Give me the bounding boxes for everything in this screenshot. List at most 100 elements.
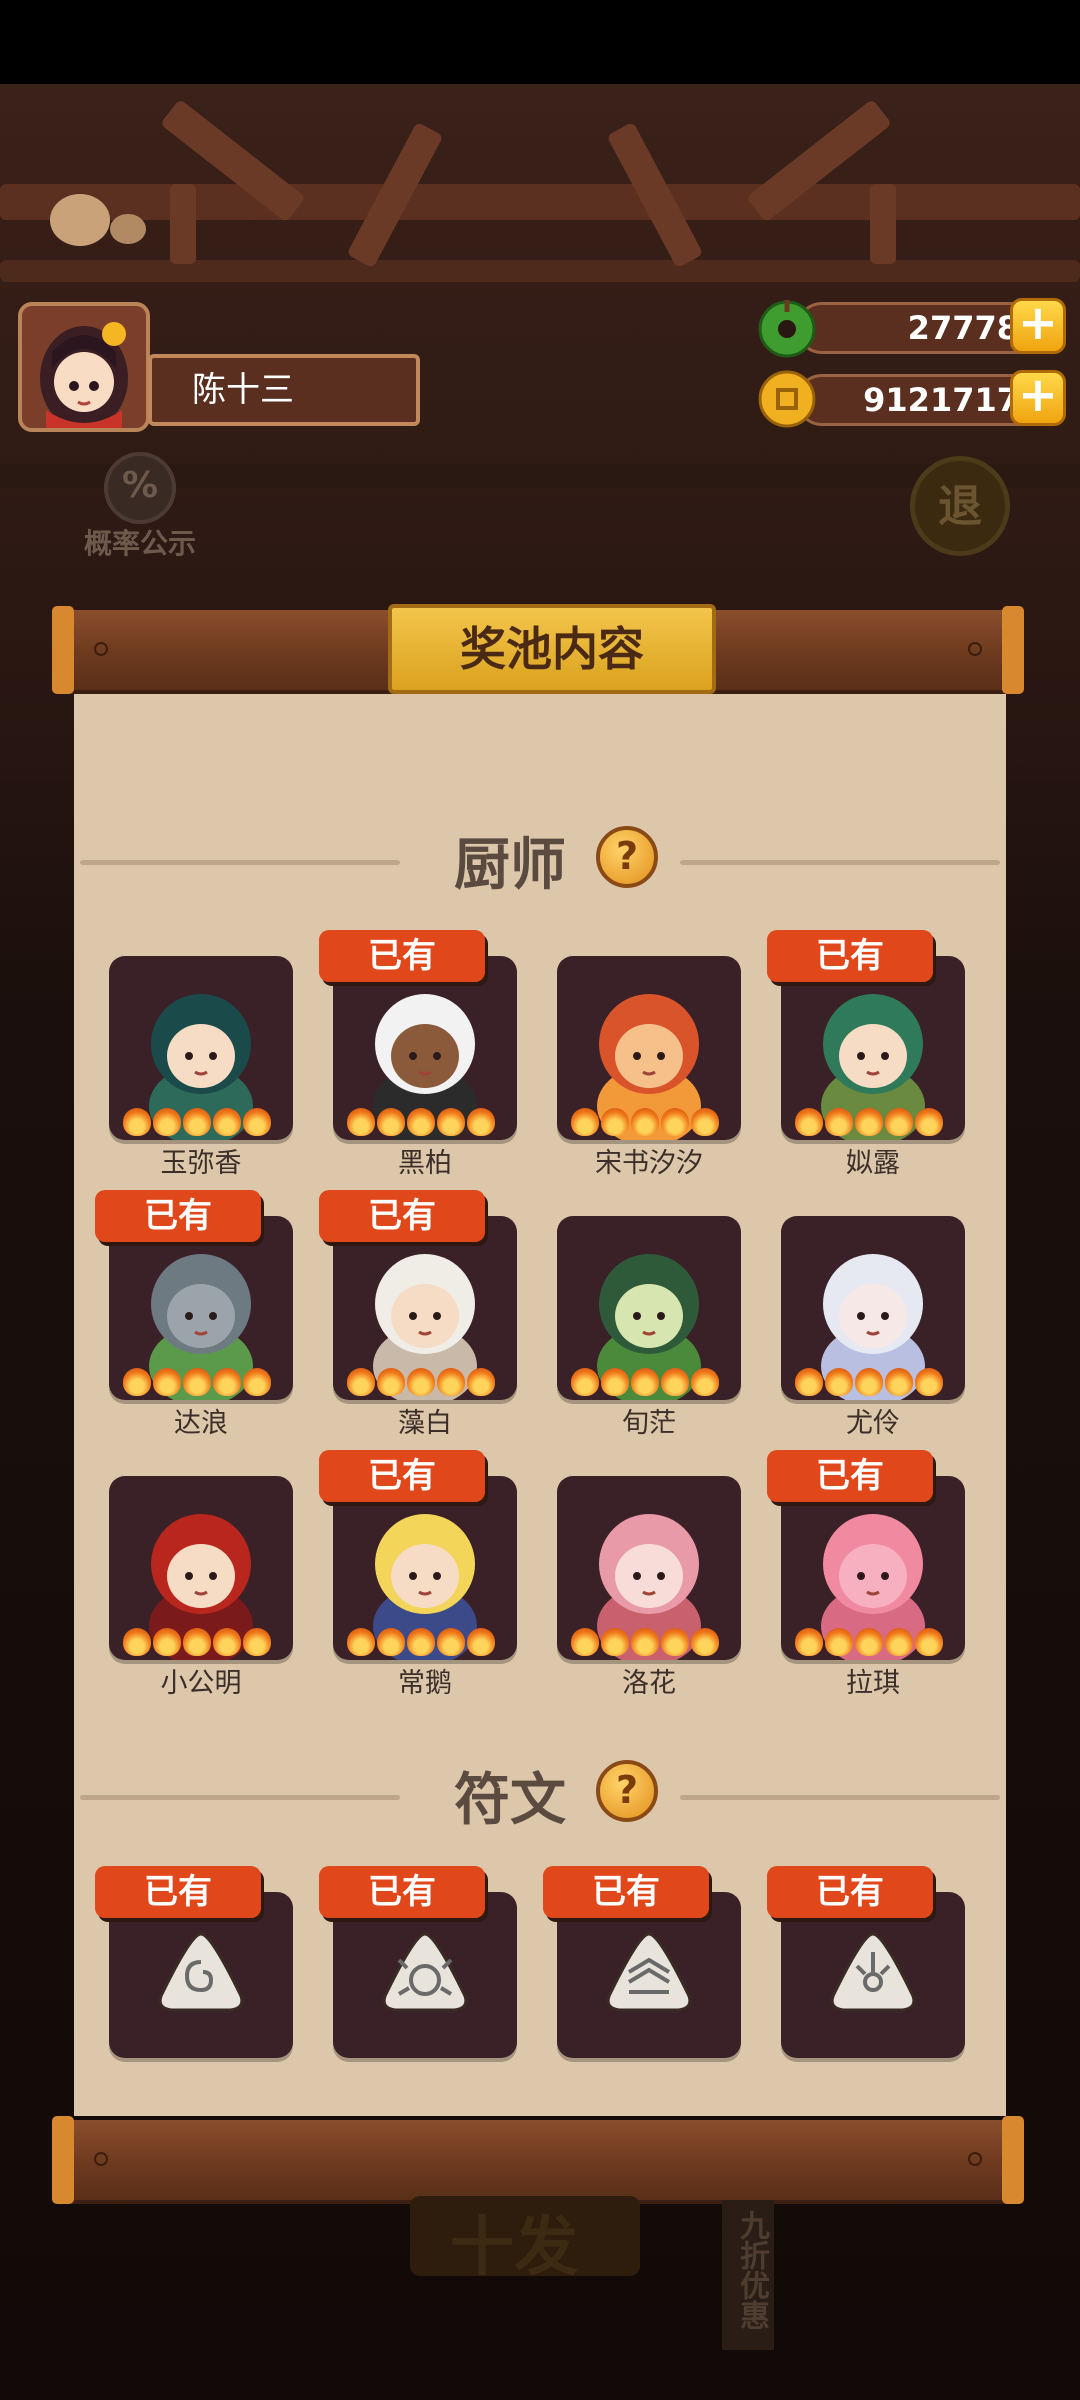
owned-badge: 已有 — [767, 930, 933, 982]
roof-beam — [0, 260, 1080, 282]
avatar-portrait-icon — [22, 306, 146, 428]
chef-card[interactable] — [109, 1476, 293, 1660]
chef-name: 藻白 — [398, 1408, 452, 1439]
flame-icon — [885, 1368, 913, 1396]
chef-card[interactable] — [333, 1476, 517, 1660]
flame-icon — [571, 1628, 599, 1656]
chef-help-button[interactable]: ? — [596, 826, 658, 888]
crab-rune-icon — [382, 1932, 468, 2012]
player-avatar[interactable] — [18, 302, 150, 432]
star-rating — [571, 1108, 719, 1136]
chef-name: 宋书汐汐 — [595, 1148, 703, 1179]
flame-icon — [347, 1628, 375, 1656]
flame-icon — [407, 1108, 435, 1136]
flame-icon — [153, 1368, 181, 1396]
roof-beam — [0, 184, 1080, 220]
rune-help-button[interactable]: ? — [596, 1760, 658, 1822]
star-rating — [347, 1108, 495, 1136]
flame-icon — [123, 1108, 151, 1136]
flame-icon — [243, 1368, 271, 1396]
flame-icon — [855, 1368, 883, 1396]
star-rating — [571, 1628, 719, 1656]
probability-icon[interactable]: % — [104, 452, 176, 524]
flame-icon — [691, 1628, 719, 1656]
flame-icon — [377, 1628, 405, 1656]
owned-badge: 已有 — [319, 930, 485, 982]
divider — [680, 860, 1000, 865]
flame-icon — [437, 1628, 465, 1656]
wave-rune-icon — [606, 1932, 692, 2012]
chef-card[interactable] — [333, 1216, 517, 1400]
flame-icon — [347, 1368, 375, 1396]
rune-section-title: 符文 — [454, 1768, 566, 1833]
star-rating — [571, 1368, 719, 1396]
flame-icon — [631, 1368, 659, 1396]
divider — [680, 1795, 1000, 1800]
flame-icon — [795, 1368, 823, 1396]
owned-badge: 已有 — [319, 1450, 485, 1502]
flame-icon — [631, 1108, 659, 1136]
owned-badge: 已有 — [767, 1866, 933, 1918]
flame-icon — [377, 1368, 405, 1396]
chef-card[interactable] — [333, 956, 517, 1140]
flame-icon — [183, 1368, 211, 1396]
flame-icon — [243, 1628, 271, 1656]
owned-badge: 已有 — [95, 1190, 261, 1242]
chef-card[interactable] — [781, 956, 965, 1140]
chef-card[interactable] — [109, 1216, 293, 1400]
flame-icon — [123, 1368, 151, 1396]
star-rating — [123, 1368, 271, 1396]
flame-icon — [407, 1368, 435, 1396]
star-rating — [795, 1628, 943, 1656]
flame-icon — [885, 1628, 913, 1656]
gold-coin-icon — [756, 368, 818, 434]
chef-card[interactable] — [557, 1476, 741, 1660]
flame-icon — [437, 1108, 465, 1136]
chef-name: 拉琪 — [846, 1668, 900, 1699]
flame-icon — [153, 1628, 181, 1656]
chick-figure — [110, 214, 146, 244]
chef-card[interactable] — [781, 1476, 965, 1660]
flame-icon — [795, 1108, 823, 1136]
chef-card[interactable] — [109, 956, 293, 1140]
roof-post — [170, 184, 196, 264]
flame-icon — [661, 1108, 689, 1136]
chef-card[interactable] — [781, 1216, 965, 1400]
star-rating — [347, 1368, 495, 1396]
owned-badge: 已有 — [319, 1866, 485, 1918]
flame-icon — [601, 1628, 629, 1656]
chef-card[interactable] — [557, 956, 741, 1140]
jade-coin-icon — [756, 296, 818, 362]
exit-button[interactable]: 退 — [910, 456, 1010, 556]
flame-icon — [467, 1108, 495, 1136]
chef-name: 常鹅 — [398, 1668, 452, 1699]
flame-icon — [407, 1628, 435, 1656]
roof-post — [870, 184, 896, 264]
divider — [80, 1795, 400, 1800]
star-rating — [795, 1368, 943, 1396]
flame-icon — [467, 1368, 495, 1396]
flower-rune-icon — [830, 1932, 916, 2012]
chef-name: 达浪 — [174, 1408, 228, 1439]
flame-icon — [347, 1108, 375, 1136]
chef-name: 旬茫 — [622, 1408, 676, 1439]
scroll-rod-bottom — [52, 2116, 1024, 2204]
add-jade-button[interactable]: + — [1010, 298, 1066, 354]
chef-name: 玉弥香 — [160, 1148, 242, 1179]
flame-icon — [661, 1628, 689, 1656]
add-gold-button[interactable]: + — [1010, 370, 1066, 426]
chef-name: 尤伶 — [846, 1408, 900, 1439]
flame-icon — [855, 1108, 883, 1136]
probability-label[interactable]: 概率公示 — [60, 522, 220, 562]
chef-card[interactable] — [557, 1216, 741, 1400]
flame-icon — [213, 1368, 241, 1396]
flame-icon — [795, 1628, 823, 1656]
flame-icon — [661, 1368, 689, 1396]
flame-icon — [153, 1108, 181, 1136]
ten-draw-label: 十发 — [450, 2211, 578, 2285]
chef-name: 小公明 — [160, 1668, 242, 1699]
star-rating — [123, 1108, 271, 1136]
flame-icon — [825, 1368, 853, 1396]
flame-icon — [885, 1108, 913, 1136]
star-rating — [347, 1628, 495, 1656]
